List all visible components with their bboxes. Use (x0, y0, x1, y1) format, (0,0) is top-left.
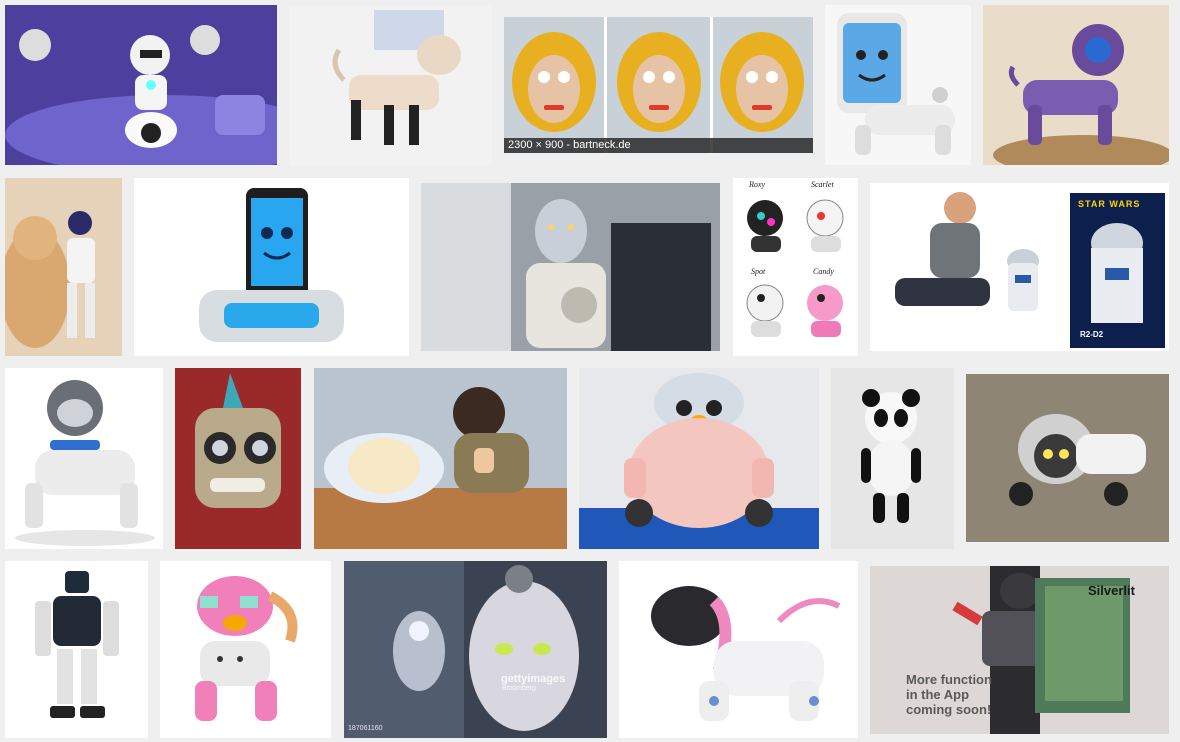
result-image-5-purple-robot-dog[interactable] (983, 5, 1169, 165)
result-image-10-boy-with-r2d2[interactable]: STAR WARS R2-D2 (870, 183, 1169, 351)
result-image-16-robot-dog-carpet[interactable] (966, 374, 1169, 542)
result-image-20-white-pink-robot-dog[interactable] (619, 561, 858, 738)
result-image-2-robot-dog[interactable] (289, 5, 492, 165)
result-image-7-romo-phone-robot[interactable] (134, 178, 409, 356)
robot-dog-blue-collar-image (5, 368, 163, 549)
result-image-3-bartneck-faces[interactable]: 2300 × 900 - bartneck.de (504, 17, 813, 153)
starwars-box-logo: STAR WARS (1078, 199, 1141, 209)
cat-and-robot-image (5, 178, 122, 356)
result-image-6-cat-and-robot[interactable] (5, 178, 122, 356)
bartneck-faces-image (504, 17, 813, 153)
result-image-14-pink-robot[interactable] (579, 368, 819, 549)
robot-on-stage-image (5, 5, 277, 165)
pink-zoomer-dog-image (160, 561, 331, 738)
humanoid-face-robot-image (421, 183, 720, 351)
result-image-8-humanoid-face-robot[interactable] (421, 183, 720, 351)
panda-robot-image (831, 368, 954, 549)
app-promo-line-1: More function (906, 672, 992, 687)
zoomer-label-roxy: Roxy (749, 180, 765, 189)
pink-robot-image (579, 368, 819, 549)
result-image-11-robot-dog-blue-collar[interactable] (5, 368, 163, 549)
white-pink-robot-dog-image (619, 561, 858, 738)
robot-face-getty-image (344, 561, 607, 738)
app-promo-line-3: coming soon! (906, 702, 992, 717)
zoomer-label-spot: Spot (751, 267, 766, 276)
phone-dog-image (825, 5, 971, 165)
robot-dog-carpet-image (966, 374, 1169, 542)
humanoid-robot-kit-image (5, 561, 148, 738)
result-image-19-robot-face-getty[interactable]: gettyimages Bloomberg 187061160 (344, 561, 607, 738)
result-image-1-robot-on-stage[interactable] (5, 5, 277, 165)
zoomer-label-candy: Candy (813, 267, 834, 276)
robot-dog-image (289, 5, 492, 165)
zoomer-label-scarlet: Scarlet (811, 180, 834, 189)
result-image-9-zoomer-puppies[interactable]: Roxy Scarlet Spot Candy (733, 178, 858, 356)
image-results-grid: 2300 × 900 - bartneck.de Roxy Scarlet Sp… (0, 0, 1180, 742)
result-image-21-silverlit-robot-ad[interactable]: Silverlit More function in the App comin… (870, 566, 1169, 734)
result-image-13-child-and-crib-robot[interactable] (314, 368, 567, 549)
getty-image-id: 187061160 (348, 725, 383, 732)
app-promo-line-2: in the App (906, 687, 970, 702)
result-image-15-panda-robot[interactable] (831, 368, 954, 549)
purple-robot-dog-image (983, 5, 1169, 165)
result-image-17-humanoid-robot-kit[interactable] (5, 561, 148, 738)
romo-phone-robot-image (134, 178, 409, 356)
getty-credit: Bloomberg (502, 685, 536, 692)
child-and-crib-robot-image (314, 368, 567, 549)
mohawk-robot-head-image (175, 368, 301, 549)
image-size-caption: 2300 × 900 - bartneck.de (504, 138, 813, 153)
silverlit-brand-logo: Silverlit (1088, 583, 1135, 598)
getty-watermark: gettyimages (501, 673, 566, 685)
starwars-box-model: R2-D2 (1080, 330, 1104, 339)
result-image-4-phone-dog[interactable] (825, 5, 971, 165)
result-image-12-mohawk-robot-head[interactable] (175, 368, 301, 549)
result-image-18-pink-zoomer-dog[interactable] (160, 561, 331, 738)
